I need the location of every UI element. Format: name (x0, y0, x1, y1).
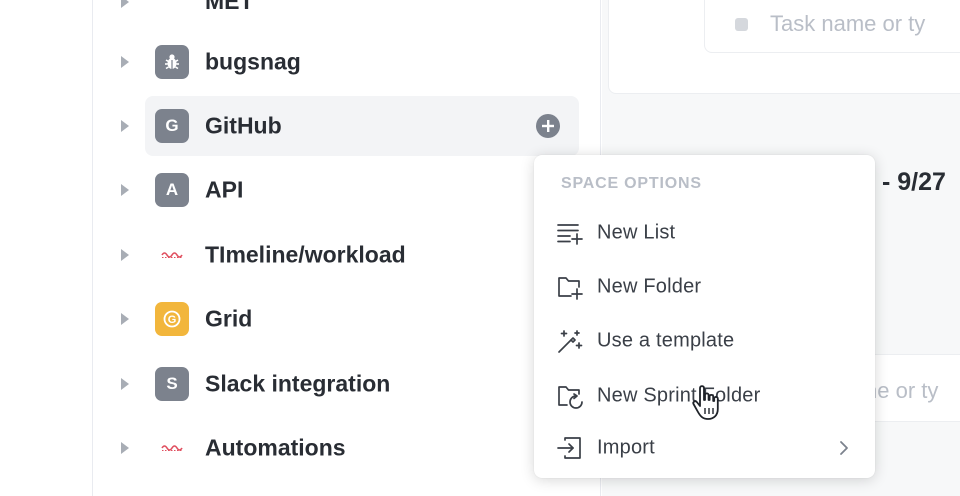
expand-caret-icon[interactable] (121, 313, 129, 325)
partial-space-name[interactable]: MET (205, 0, 254, 15)
menu-item-label: Import (597, 436, 655, 459)
space-avatar-letter: G (168, 314, 177, 326)
space-avatar: A (155, 173, 189, 207)
import-icon (557, 437, 581, 459)
menu-item-label: New Folder (597, 275, 702, 298)
space-name: API (205, 176, 244, 203)
space-name: Automations (205, 434, 346, 461)
menu-item-import[interactable]: Import (534, 425, 875, 471)
expand-caret-icon[interactable] (121, 249, 129, 261)
task-input-card[interactable]: Task name or ty (704, 0, 960, 53)
caret-icon[interactable] (121, 0, 129, 8)
sidebar-space-timeline[interactable]: TImeline/workload (121, 225, 579, 285)
add-plus-icon[interactable] (536, 114, 560, 138)
magic-wand-icon (558, 330, 583, 353)
bug-icon (155, 45, 189, 79)
new-folder-icon (558, 277, 583, 300)
space-name: Slack integration (205, 370, 391, 397)
task-input-placeholder: ne or ty (865, 378, 939, 403)
wavy-line-icon (155, 431, 189, 465)
expand-caret-icon[interactable] (121, 184, 129, 196)
chevron-right-icon (840, 441, 848, 455)
menu-item-label: Use a template (597, 329, 735, 352)
sidebar-space-github[interactable]: G GitHub (121, 96, 579, 156)
hand-pointer-cursor-icon (692, 385, 719, 420)
sidebar-space-api[interactable]: A API (121, 160, 579, 220)
space-name: Grid (205, 305, 253, 332)
task-name-input[interactable]: Task name or ty (735, 11, 925, 37)
expand-caret-icon[interactable] (121, 378, 129, 390)
space-options-menu: SPACE OPTIONS New List New Folder Use a … (534, 155, 875, 478)
menu-item-use-template[interactable]: Use a template (534, 318, 875, 364)
task-input-placeholder: Task name or ty (770, 11, 926, 36)
task-card-top: Task name or ty (608, 0, 960, 94)
sprint-date-title: - 9/27 (882, 168, 946, 196)
space-name: TImeline/workload (205, 241, 406, 268)
sidebar: MET bugsnag G GitHub A API TImeline/work… (94, 0, 601, 496)
space-name: GitHub (205, 112, 282, 139)
menu-item-new-list[interactable]: New List (534, 210, 875, 256)
menu-item-label: New Sprint Folder (597, 384, 761, 407)
new-list-icon (557, 224, 583, 245)
sprint-folder-icon (558, 386, 583, 409)
sidebar-space-automations[interactable]: Automations (121, 418, 579, 478)
task-name-input[interactable]: ne or ty (865, 378, 938, 404)
menu-header: SPACE OPTIONS (561, 175, 702, 192)
task-status-icon (735, 17, 748, 31)
space-avatar: G (155, 302, 189, 336)
sidebar-space-slack-integration[interactable]: S Slack integration (121, 354, 579, 414)
menu-item-label: New List (597, 221, 676, 244)
space-avatar: G (155, 109, 189, 143)
space-avatar: S (155, 367, 189, 401)
sidebar-space-grid[interactable]: G Grid (121, 289, 579, 349)
sidebar-space-bugsnag[interactable]: bugsnag (121, 32, 579, 92)
expand-caret-icon[interactable] (121, 442, 129, 454)
wavy-line-icon (155, 238, 189, 272)
left-gutter (0, 0, 93, 496)
menu-item-new-folder[interactable]: New Folder (534, 264, 875, 310)
expand-caret-icon[interactable] (121, 56, 129, 68)
expand-caret-icon[interactable] (121, 120, 129, 132)
space-name: bugsnag (205, 48, 301, 75)
